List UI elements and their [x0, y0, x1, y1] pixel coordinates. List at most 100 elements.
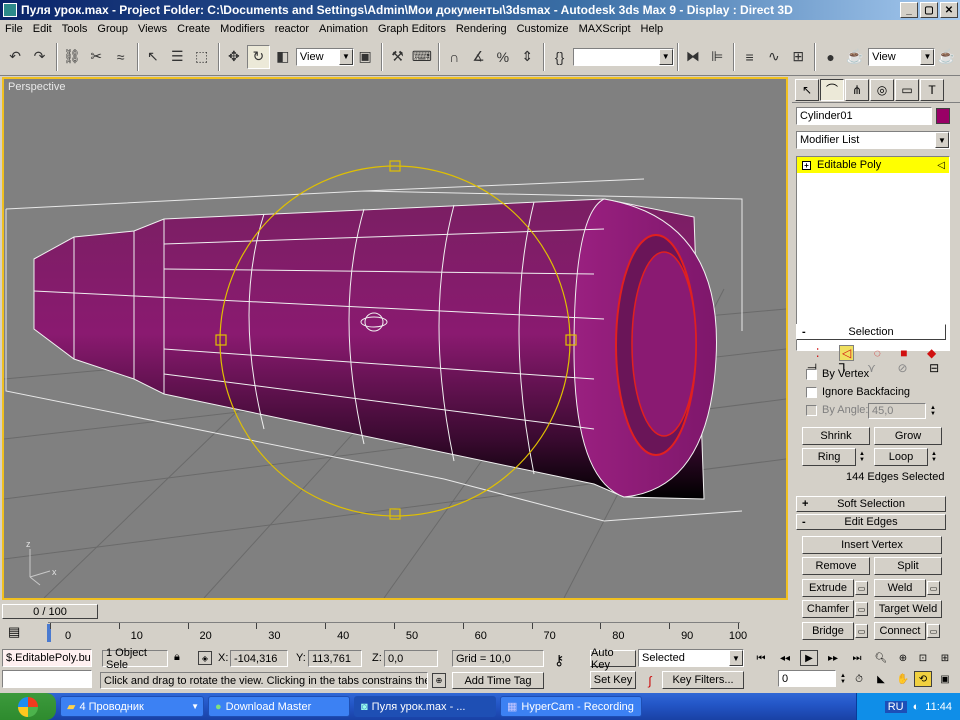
connect-button[interactable]: Connect [874, 622, 926, 640]
current-frame-spinner[interactable]: ▲ ▼ [838, 671, 848, 687]
taskbar-item-3dsmax[interactable]: ◙ Пуля урок.max - ... [354, 696, 496, 717]
select-manipulate-icon[interactable]: ⚒ [386, 45, 408, 69]
connect-settings-icon[interactable]: ▭ [927, 624, 940, 638]
stack-item-editable-poly[interactable]: + Editable Poly ◁ [797, 157, 949, 173]
taskbar-item-download-master[interactable]: ● Download Master [208, 696, 350, 717]
selection-lock-icon[interactable]: ⊕ [432, 673, 446, 688]
by-vertex-checkbox[interactable] [806, 369, 817, 380]
remove-button[interactable]: Remove [802, 557, 870, 575]
next-frame-icon[interactable]: ▸▸ [824, 650, 842, 666]
display-tab-icon[interactable]: ▭ [895, 78, 919, 101]
mini-curve-editor-icon[interactable]: ▤ [8, 624, 20, 640]
pivot-center-icon[interactable]: ▣ [354, 45, 376, 69]
bridge-settings-icon[interactable]: ▭ [855, 624, 868, 638]
play-icon[interactable]: ▶ [800, 650, 818, 666]
time-configuration-icon[interactable]: ⏱ [850, 671, 868, 687]
zoom-extents-icon[interactable]: ⊡ [914, 650, 932, 666]
unlink-icon[interactable]: ✂ [85, 45, 107, 69]
network-icon[interactable]: ◐ [913, 701, 920, 713]
maxscript-listener-output[interactable] [2, 670, 92, 688]
percent-snap-icon[interactable]: % [492, 45, 514, 69]
menu-reactor[interactable]: reactor [270, 23, 314, 35]
menu-animation[interactable]: Animation [314, 23, 373, 35]
element-level-icon[interactable]: ◆ [927, 346, 936, 360]
menu-customize[interactable]: Customize [512, 23, 574, 35]
bridge-button[interactable]: Bridge [802, 622, 854, 640]
menu-create[interactable]: Create [172, 23, 215, 35]
menu-modifiers[interactable]: Modifiers [215, 23, 270, 35]
zoom-all-icon[interactable]: ⊕ [894, 650, 912, 666]
loop-spinner[interactable]: ▲ ▼ [929, 449, 939, 465]
menu-group[interactable]: Group [92, 23, 133, 35]
by-angle-spinner[interactable]: ▲ ▼ [928, 403, 938, 419]
weld-settings-icon[interactable]: ▭ [927, 581, 940, 595]
minimize-button[interactable]: _ [900, 2, 918, 18]
modifier-list-dropdown[interactable]: Modifier List ▼ [796, 131, 950, 149]
menu-tools[interactable]: Tools [57, 23, 93, 35]
zoom-extents-all-icon[interactable]: ⊞ [936, 650, 954, 666]
pan-view-icon[interactable]: ✋ [894, 671, 912, 687]
border-level-icon[interactable]: ◌ [874, 346, 881, 360]
polygon-level-icon[interactable]: ■ [900, 346, 907, 360]
edge-level-icon[interactable]: ◁ [839, 345, 855, 361]
start-button[interactable] [0, 693, 56, 720]
redo-icon[interactable]: ↷ [28, 45, 50, 69]
select-link-icon[interactable]: ⛓ [61, 45, 83, 69]
utilities-tab-icon[interactable]: T [920, 78, 944, 101]
by-angle-input[interactable]: 45,0 [868, 403, 926, 419]
by-angle-checkbox[interactable] [806, 405, 817, 416]
select-rotate-icon[interactable]: ↻ [247, 44, 270, 69]
snaps-toggle-icon[interactable]: ∩ [443, 45, 465, 69]
select-by-name-icon[interactable]: ☰ [166, 45, 188, 69]
menu-file[interactable]: File [0, 23, 28, 35]
menu-help[interactable]: Help [636, 23, 669, 35]
track-bar[interactable]: ▤ 0 10 20 30 40 50 60 70 80 90 100 [0, 620, 790, 646]
align-icon[interactable]: ⊫ [706, 45, 728, 69]
language-indicator[interactable]: RU [884, 700, 907, 713]
add-time-tag-button[interactable]: Add Time Tag [452, 672, 544, 689]
create-tab-icon[interactable]: ↖ [795, 78, 819, 101]
chamfer-button[interactable]: Chamfer [802, 600, 854, 618]
x-coord-field[interactable]: -104,316 [230, 650, 288, 667]
configure-sets-icon[interactable]: ⊟ [929, 361, 939, 375]
zoom-icon[interactable]: 🔍︎ [872, 650, 890, 666]
undo-icon[interactable]: ↶ [4, 45, 26, 69]
insert-vertex-button[interactable]: Insert Vertex [802, 536, 942, 554]
weld-button[interactable]: Weld [874, 579, 926, 597]
split-button[interactable]: Split [874, 557, 942, 575]
extrude-settings-icon[interactable]: ▭ [855, 581, 868, 595]
close-button[interactable]: ✕ [940, 2, 958, 18]
vertex-level-icon[interactable]: ⁚ [816, 346, 820, 360]
key-selection-dropdown[interactable]: Selected ▼ [638, 649, 744, 667]
target-weld-button[interactable]: Target Weld [874, 600, 942, 618]
remove-modifier-icon[interactable]: ⊘ [897, 361, 907, 375]
named-selection-dropdown[interactable]: ▼ [572, 47, 674, 66]
grow-button[interactable]: Grow [874, 427, 942, 445]
menu-rendering[interactable]: Rendering [451, 23, 512, 35]
time-slider-thumb[interactable]: 0 / 100 [2, 604, 98, 619]
menu-edit[interactable]: Edit [28, 23, 57, 35]
curve-editor-icon[interactable]: ∿ [763, 45, 785, 69]
previous-frame-icon[interactable]: ◂◂ [776, 650, 794, 666]
shrink-button[interactable]: Shrink [802, 427, 870, 445]
taskbar-item-hypercam[interactable]: ▦ HyperCam - Recording [500, 696, 642, 717]
go-to-end-icon[interactable]: ⏭ [848, 650, 866, 666]
key-filters-button[interactable]: Key Filters... [662, 671, 744, 689]
z-coord-field[interactable]: 0,0 [384, 650, 438, 667]
edit-edges-rollout-header[interactable]: - Edit Edges [796, 514, 946, 530]
chamfer-settings-icon[interactable]: ▭ [855, 602, 868, 616]
default-tangent-icon[interactable]: ∫ [640, 672, 660, 689]
menu-views[interactable]: Views [133, 23, 172, 35]
modify-tab-icon[interactable]: ⌒ [820, 78, 844, 101]
hierarchy-tab-icon[interactable]: ⋔ [845, 78, 869, 101]
extrude-button[interactable]: Extrude [802, 579, 854, 597]
schematic-view-icon[interactable]: ⊞ [787, 45, 809, 69]
absolute-mode-icon[interactable]: ◈ [198, 651, 212, 665]
field-of-view-icon[interactable]: ◣ [872, 671, 890, 687]
menu-graph-editors[interactable]: Graph Editors [373, 23, 451, 35]
y-coord-field[interactable]: 113,761 [308, 650, 362, 667]
arc-rotate-icon[interactable]: ⟲ [914, 671, 932, 687]
render-type-dropdown[interactable]: View ▼ [868, 47, 936, 66]
maximize-button[interactable]: ▢ [920, 2, 938, 18]
object-name-field[interactable]: Cylinder01 [796, 107, 932, 125]
